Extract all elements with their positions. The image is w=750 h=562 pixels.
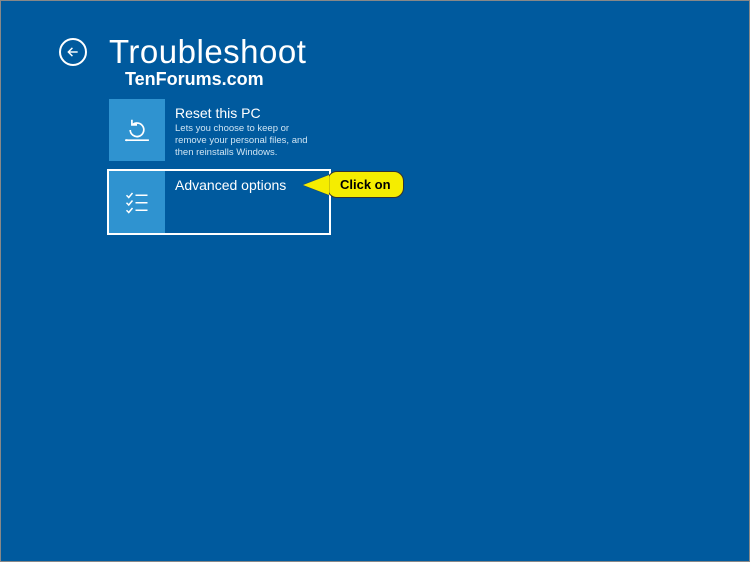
advanced-icon [109,171,165,233]
option-title: Reset this PC [175,105,323,121]
option-description: Lets you choose to keep or remove your p… [175,123,323,159]
option-text: Advanced options [165,171,292,233]
reset-icon [109,99,165,161]
callout-label: Click on [327,171,404,198]
option-advanced-options[interactable]: Advanced options [107,169,331,235]
option-title: Advanced options [175,177,286,193]
watermark-text: TenForums.com [125,69,264,90]
option-text: Reset this PC Lets you choose to keep or… [165,99,329,161]
back-button[interactable] [59,38,87,66]
options-list: Reset this PC Lets you choose to keep or… [107,97,331,241]
callout-annotation: Click on [303,171,404,198]
page-title: Troubleshoot [109,33,306,71]
page-header: Troubleshoot [59,33,306,71]
callout-arrow-icon [303,175,329,195]
back-arrow-icon [66,45,80,59]
option-reset-this-pc[interactable]: Reset this PC Lets you choose to keep or… [107,97,331,163]
